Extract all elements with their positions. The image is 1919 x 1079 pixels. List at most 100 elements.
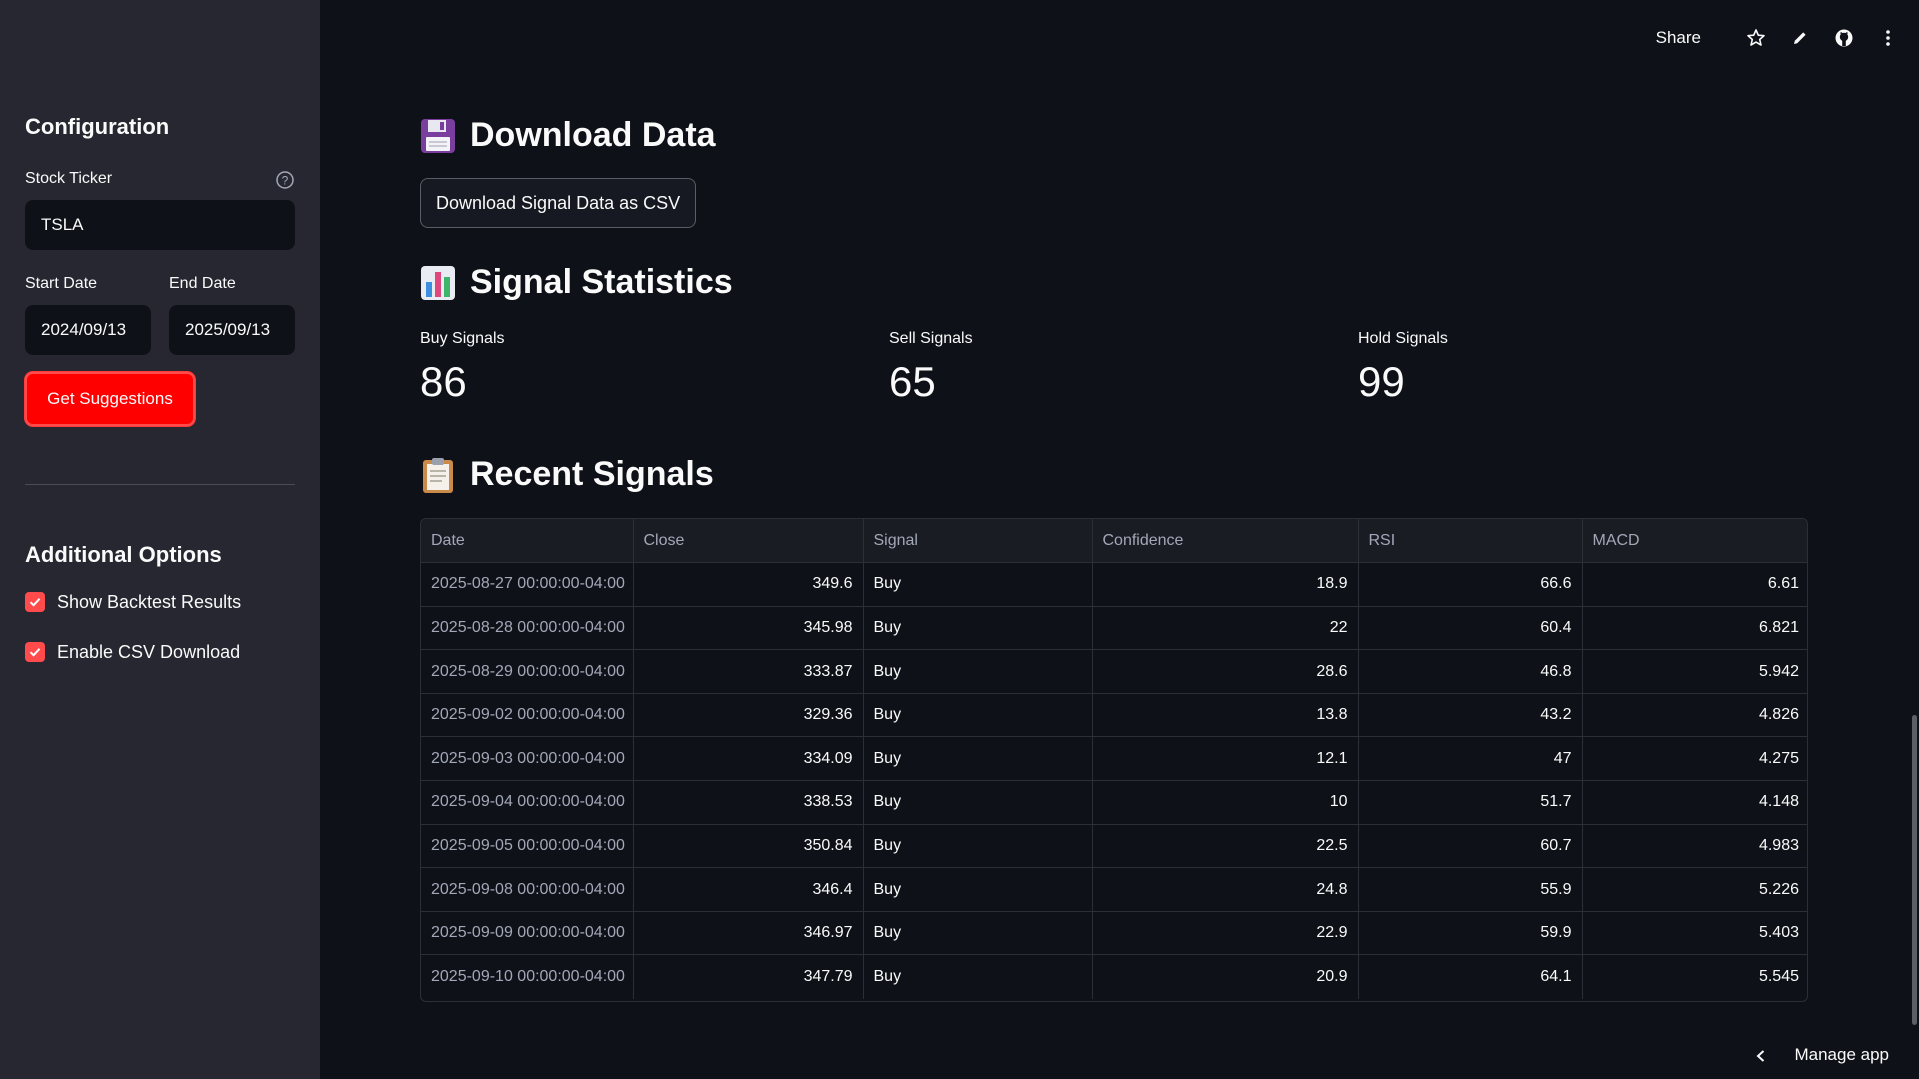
table-cell[interactable]: 10 <box>1092 780 1359 825</box>
table-row[interactable]: 2025-09-05 00:00:00-04:00 350.84 Buy 22.5 60… <box>421 824 1807 869</box>
table-cell[interactable]: Buy <box>863 606 1093 651</box>
table-cell[interactable]: 28.6 <box>1092 649 1359 694</box>
table-cell[interactable]: Buy <box>863 649 1093 694</box>
table-cell[interactable]: 2025-09-05 00:00:00-04:00 <box>421 824 634 869</box>
table-cell[interactable]: 6.821 <box>1582 606 1807 651</box>
table-row[interactable]: 2025-09-09 00:00:00-04:00 346.97 Buy 22.9 59… <box>421 911 1807 956</box>
table-cell[interactable]: 60.7 <box>1358 824 1583 869</box>
column-header[interactable]: Signal <box>863 519 1093 564</box>
table-cell[interactable]: 4.826 <box>1582 693 1807 738</box>
table-cell[interactable]: 51.7 <box>1358 780 1583 825</box>
table-cell[interactable]: 59.9 <box>1358 911 1583 956</box>
table-cell[interactable]: Buy <box>863 693 1093 738</box>
table-cell[interactable]: Buy <box>863 824 1093 869</box>
table-cell[interactable]: 2025-09-08 00:00:00-04:00 <box>421 867 634 912</box>
table-cell[interactable]: 4.275 <box>1582 736 1807 782</box>
pencil-icon[interactable] <box>1789 27 1811 49</box>
table-cell[interactable]: 347.79 <box>633 954 864 999</box>
column-header[interactable]: Close <box>633 519 864 564</box>
table-cell[interactable]: 2025-09-02 00:00:00-04:00 <box>421 693 634 738</box>
table-cell[interactable]: 338.53 <box>633 780 864 825</box>
show-backtest-checkbox-row[interactable]: Show Backtest Results <box>25 590 241 614</box>
table-cell[interactable]: 5.545 <box>1582 955 1807 999</box>
table-cell[interactable]: 349.6 <box>633 562 864 607</box>
table-cell[interactable]: 6.61 <box>1582 562 1807 607</box>
table-cell[interactable]: 350.84 <box>633 824 864 869</box>
table-cell[interactable]: 2025-09-03 00:00:00-04:00 <box>421 736 634 782</box>
table-row[interactable]: 2025-09-03 00:00:00-04:00 334.09 Buy 12.1 47… <box>421 736 1807 782</box>
show-backtest-checkbox[interactable] <box>25 592 45 612</box>
table-cell[interactable]: 333.87 <box>633 649 864 694</box>
star-icon[interactable] <box>1745 27 1767 49</box>
enable-csv-checkbox[interactable] <box>25 642 45 662</box>
table-cell[interactable]: 329.36 <box>633 693 864 738</box>
table-cell[interactable]: 4.983 <box>1582 824 1807 869</box>
show-backtest-label: Show Backtest Results <box>57 591 242 612</box>
table-cell[interactable]: 47 <box>1358 736 1583 782</box>
table-cell[interactable]: 5.942 <box>1582 649 1807 694</box>
table-row[interactable]: 2025-09-10 00:00:00-04:00 347.79 Buy 20.9 64… <box>421 954 1807 999</box>
start-date-input[interactable]: 2024/09/13 <box>25 305 151 355</box>
table-row[interactable]: 2025-08-29 00:00:00-04:00 333.87 Buy 28.6 46… <box>421 649 1807 694</box>
table-row[interactable]: 2025-09-08 00:00:00-04:00 346.4 Buy 24.8 55.… <box>421 867 1807 912</box>
table-cell[interactable]: 20.9 <box>1092 954 1359 999</box>
table-cell[interactable]: 43.2 <box>1358 693 1583 738</box>
table-cell[interactable]: 345.98 <box>633 606 864 651</box>
table-cell[interactable]: 64.1 <box>1358 954 1583 999</box>
table-cell[interactable]: 12.1 <box>1092 736 1359 782</box>
table-cell[interactable]: 2025-09-09 00:00:00-04:00 <box>421 911 634 956</box>
table-cell[interactable]: 46.8 <box>1358 649 1583 694</box>
table-cell[interactable]: 334.09 <box>633 736 864 782</box>
table-cell[interactable]: 2025-09-10 00:00:00-04:00 <box>421 954 634 999</box>
column-header[interactable]: Date <box>421 519 634 564</box>
download-csv-button[interactable]: Download Signal Data as CSV <box>420 178 697 228</box>
table-cell[interactable]: 22.9 <box>1092 911 1359 956</box>
table-cell[interactable]: 4.148 <box>1582 780 1807 825</box>
table-cell[interactable]: Buy <box>863 780 1093 825</box>
table-cell[interactable]: Buy <box>863 954 1093 999</box>
table-cell[interactable]: Buy <box>863 562 1093 607</box>
manage-app-button[interactable]: Manage app <box>1754 1045 1889 1065</box>
manage-app-label: Manage app <box>1794 1045 1889 1064</box>
table-cell[interactable]: 2025-08-27 00:00:00-04:00 <box>421 562 634 607</box>
table-row[interactable]: 2025-08-27 00:00:00-04:00 349.6 Buy 18.9 66.… <box>421 562 1807 607</box>
table-cell[interactable]: 22 <box>1092 606 1359 651</box>
download-heading-text: Download Data <box>470 116 716 154</box>
table-cell[interactable]: 5.226 <box>1582 867 1807 912</box>
end-date-label: End Date <box>169 275 236 292</box>
table-cell[interactable]: Buy <box>863 736 1093 782</box>
more-vertical-icon[interactable] <box>1877 27 1899 49</box>
github-icon[interactable] <box>1833 27 1855 49</box>
table-row[interactable]: 2025-09-02 00:00:00-04:00 329.36 Buy 13.8 43… <box>421 693 1807 738</box>
help-icon[interactable]: ? <box>275 170 295 190</box>
column-header[interactable]: MACD <box>1582 519 1807 564</box>
share-button[interactable]: Share <box>1656 28 1701 48</box>
signals-table[interactable]: Date Close Signal Confidence RSI MACD 20… <box>420 518 1808 1002</box>
get-suggestions-button[interactable]: Get Suggestions <box>25 372 195 426</box>
hold-signals-value: 99 <box>1358 358 1405 405</box>
table-cell[interactable]: 13.8 <box>1092 693 1359 738</box>
scrollbar[interactable] <box>1912 715 1917 1025</box>
enable-csv-checkbox-row[interactable]: Enable CSV Download <box>25 640 240 664</box>
table-cell[interactable]: Buy <box>863 867 1093 912</box>
column-header[interactable]: Confidence <box>1092 519 1359 564</box>
sidebar-title: Configuration <box>25 114 170 139</box>
table-cell[interactable]: 346.97 <box>633 911 864 956</box>
table-cell[interactable]: 2025-08-28 00:00:00-04:00 <box>421 606 634 651</box>
table-cell[interactable]: 2025-09-04 00:00:00-04:00 <box>421 780 634 825</box>
table-cell[interactable]: 2025-08-29 00:00:00-04:00 <box>421 649 634 694</box>
table-cell[interactable]: 346.4 <box>633 867 864 912</box>
table-cell[interactable]: 5.403 <box>1582 911 1807 956</box>
column-header[interactable]: RSI <box>1358 519 1583 564</box>
table-cell[interactable]: Buy <box>863 911 1093 956</box>
table-cell[interactable]: 55.9 <box>1358 867 1583 912</box>
table-cell[interactable]: 24.8 <box>1092 867 1359 912</box>
table-row[interactable]: 2025-08-28 00:00:00-04:00 345.98 Buy 22 60.4… <box>421 606 1807 651</box>
table-cell[interactable]: 60.4 <box>1358 606 1583 651</box>
table-row[interactable]: 2025-09-04 00:00:00-04:00 338.53 Buy 10 51.7… <box>421 780 1807 825</box>
table-cell[interactable]: 18.9 <box>1092 562 1359 607</box>
table-cell[interactable]: 66.6 <box>1358 562 1583 607</box>
stock-ticker-input[interactable]: TSLA <box>25 200 295 250</box>
table-cell[interactable]: 22.5 <box>1092 824 1359 869</box>
end-date-input[interactable]: 2025/09/13 <box>169 305 295 355</box>
